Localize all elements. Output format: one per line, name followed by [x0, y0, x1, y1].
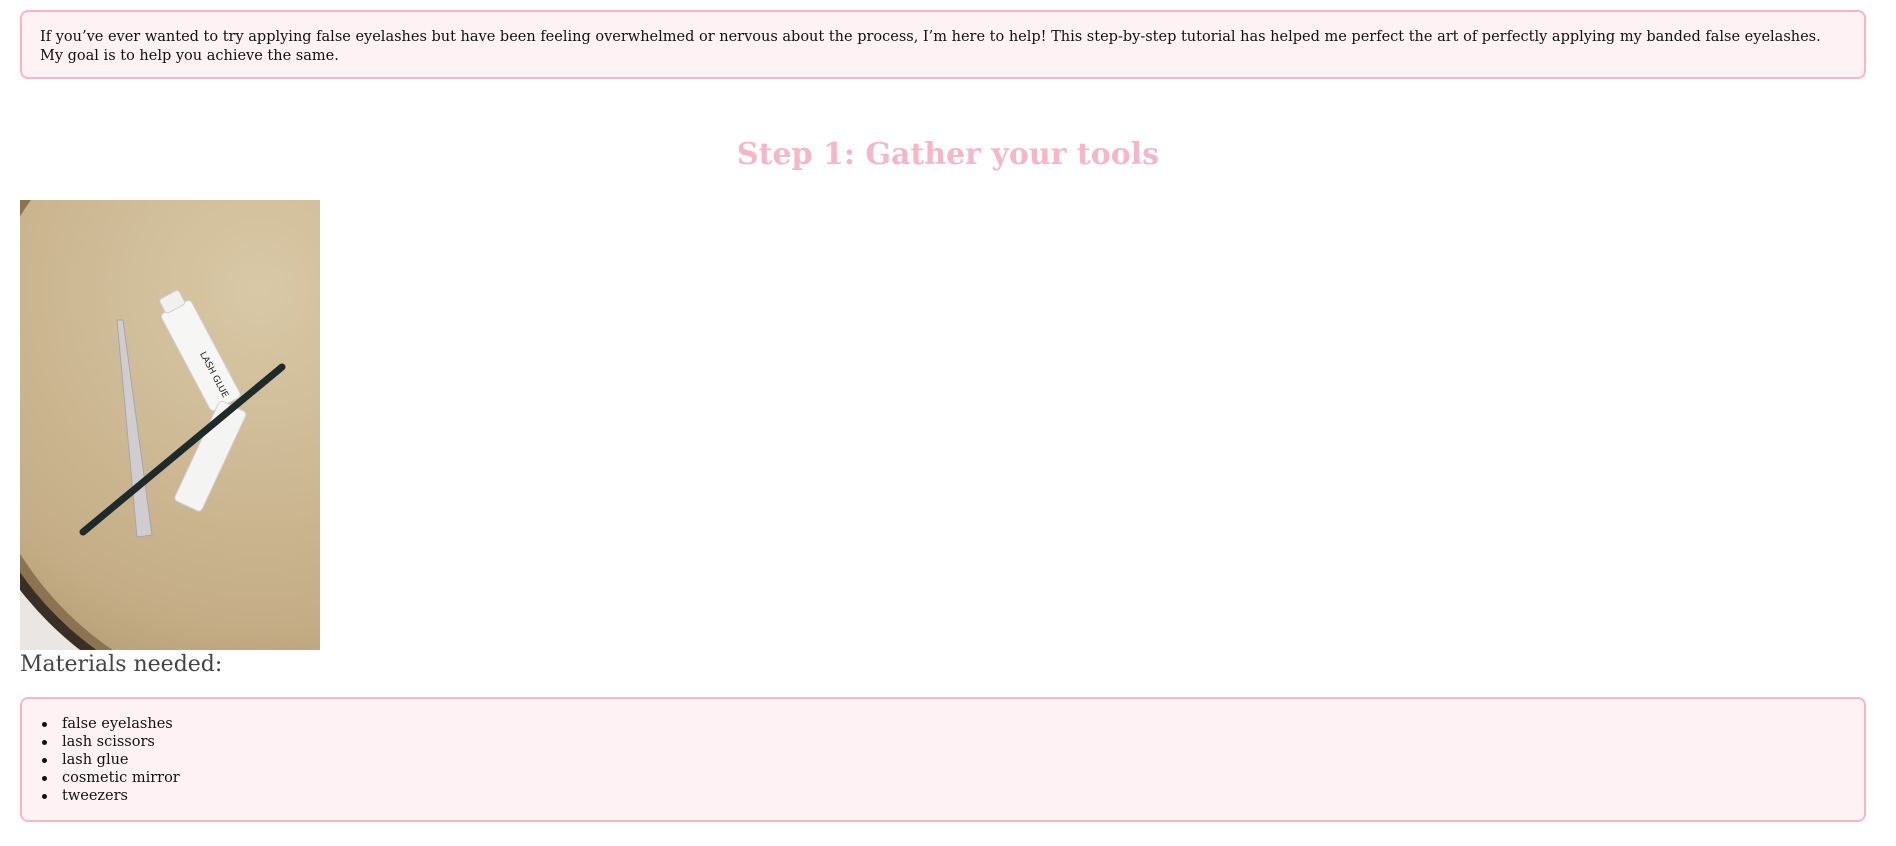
list-item: lash glue [42, 751, 1846, 769]
bullet-icon [42, 758, 47, 763]
list-item-label: false eyelashes [62, 716, 173, 732]
list-item-label: tweezers [62, 788, 128, 804]
materials-list: false eyelashes lash scissors lash glue … [40, 715, 1846, 805]
list-item: false eyelashes [42, 715, 1846, 733]
materials-box: false eyelashes lash scissors lash glue … [20, 697, 1866, 822]
list-item: cosmetic mirror [42, 769, 1846, 787]
list-item: lash scissors [42, 733, 1846, 751]
tools-photo-illustration: LASH GLUE [20, 200, 320, 650]
intro-box: If you’ve ever wanted to try applying fa… [20, 10, 1866, 79]
bullet-icon [42, 776, 47, 781]
list-item: tweezers [42, 787, 1846, 805]
bullet-icon [42, 794, 47, 799]
materials-heading: Materials needed: [20, 652, 223, 677]
bullet-icon [42, 722, 47, 727]
step-1-heading: Step 1: Gather your tools [736, 137, 1160, 172]
list-item-label: lash glue [62, 752, 129, 768]
tools-photo: LASH GLUE [20, 200, 320, 650]
bullet-icon [42, 740, 47, 745]
list-item-label: lash scissors [62, 734, 155, 750]
list-item-label: cosmetic mirror [62, 770, 180, 786]
intro-text: If you’ve ever wanted to try applying fa… [40, 29, 1821, 64]
